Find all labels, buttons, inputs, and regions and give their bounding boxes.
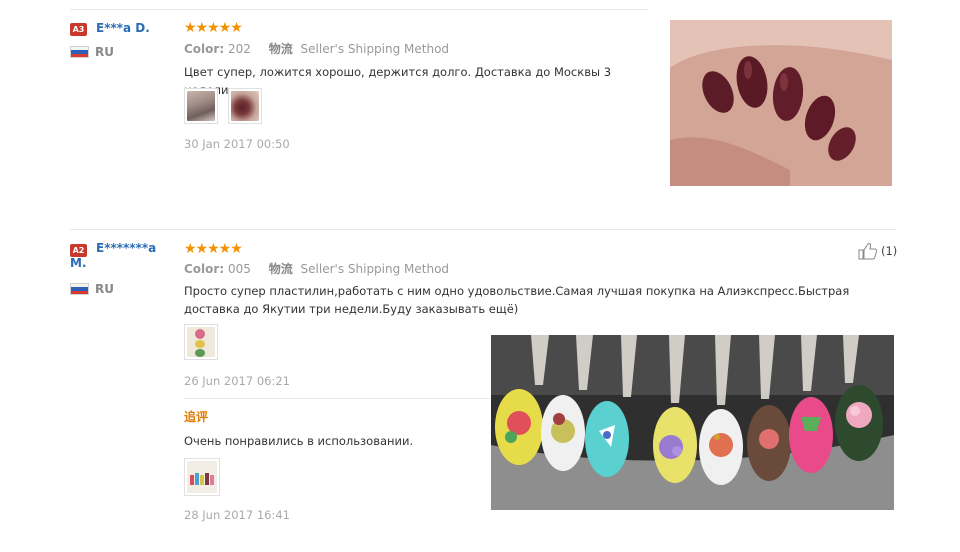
reviewer-name[interactable]: E***a D. <box>96 21 176 36</box>
review-item: A3 E***a D. RU ★★★★★ Color: 202 物流 Selle… <box>0 0 960 225</box>
color-value: 005 <box>227 262 251 276</box>
rating-stars: ★★★★★ <box>184 20 243 36</box>
review-item: A2 E*******a M. RU ★★★★★ Color: 005 物流 S… <box>0 230 960 552</box>
shipping-cn-label: 物流 <box>268 262 293 276</box>
review-photo-thumb[interactable] <box>184 324 218 360</box>
review-photo-large[interactable] <box>491 335 894 510</box>
thumbs-up-icon <box>858 243 878 260</box>
review-text: Просто супер пластилин,работать с ним од… <box>184 284 850 316</box>
helpful-count: (1) <box>881 244 898 258</box>
additional-review-date: 28 Jun 2017 16:41 <box>184 508 290 522</box>
shipping-cn-label: 物流 <box>268 42 293 56</box>
nail-photo-image <box>670 20 892 186</box>
russia-flag-icon <box>70 283 89 295</box>
review-date: 26 Jun 2017 06:21 <box>184 374 290 388</box>
color-label: Color: <box>184 42 225 56</box>
user-level-badge: A3 <box>70 23 87 36</box>
russia-flag-icon <box>70 46 89 58</box>
shipping-method: Seller's Shipping Method <box>300 262 450 276</box>
helpful-button[interactable]: (1) <box>858 242 897 260</box>
rating-stars: ★★★★★ <box>184 241 243 257</box>
review-photo-large[interactable] <box>670 20 892 186</box>
additional-review-text: Очень понравились в использовании. <box>184 434 414 448</box>
review-date: 30 Jan 2017 00:50 <box>184 137 290 151</box>
additional-review-label: 追评 <box>184 410 209 424</box>
color-label: Color: <box>184 262 225 276</box>
product-attributes: Color: 202 物流 Seller's Shipping Method <box>184 41 449 57</box>
review-photo-thumb[interactable] <box>228 88 262 124</box>
reviewer-country: RU <box>95 45 114 59</box>
reviewer-country: RU <box>95 282 114 296</box>
product-attributes: Color: 005 物流 Seller's Shipping Method <box>184 261 449 277</box>
additional-photo-thumb[interactable] <box>184 458 220 496</box>
nail-art-photo-image <box>491 335 894 510</box>
shipping-method: Seller's Shipping Method <box>300 42 450 56</box>
followup-divider <box>184 398 494 399</box>
color-value: 202 <box>227 42 251 56</box>
reviewer-name[interactable]: E*******a M. <box>70 241 170 271</box>
review-photo-thumb[interactable] <box>184 88 218 124</box>
